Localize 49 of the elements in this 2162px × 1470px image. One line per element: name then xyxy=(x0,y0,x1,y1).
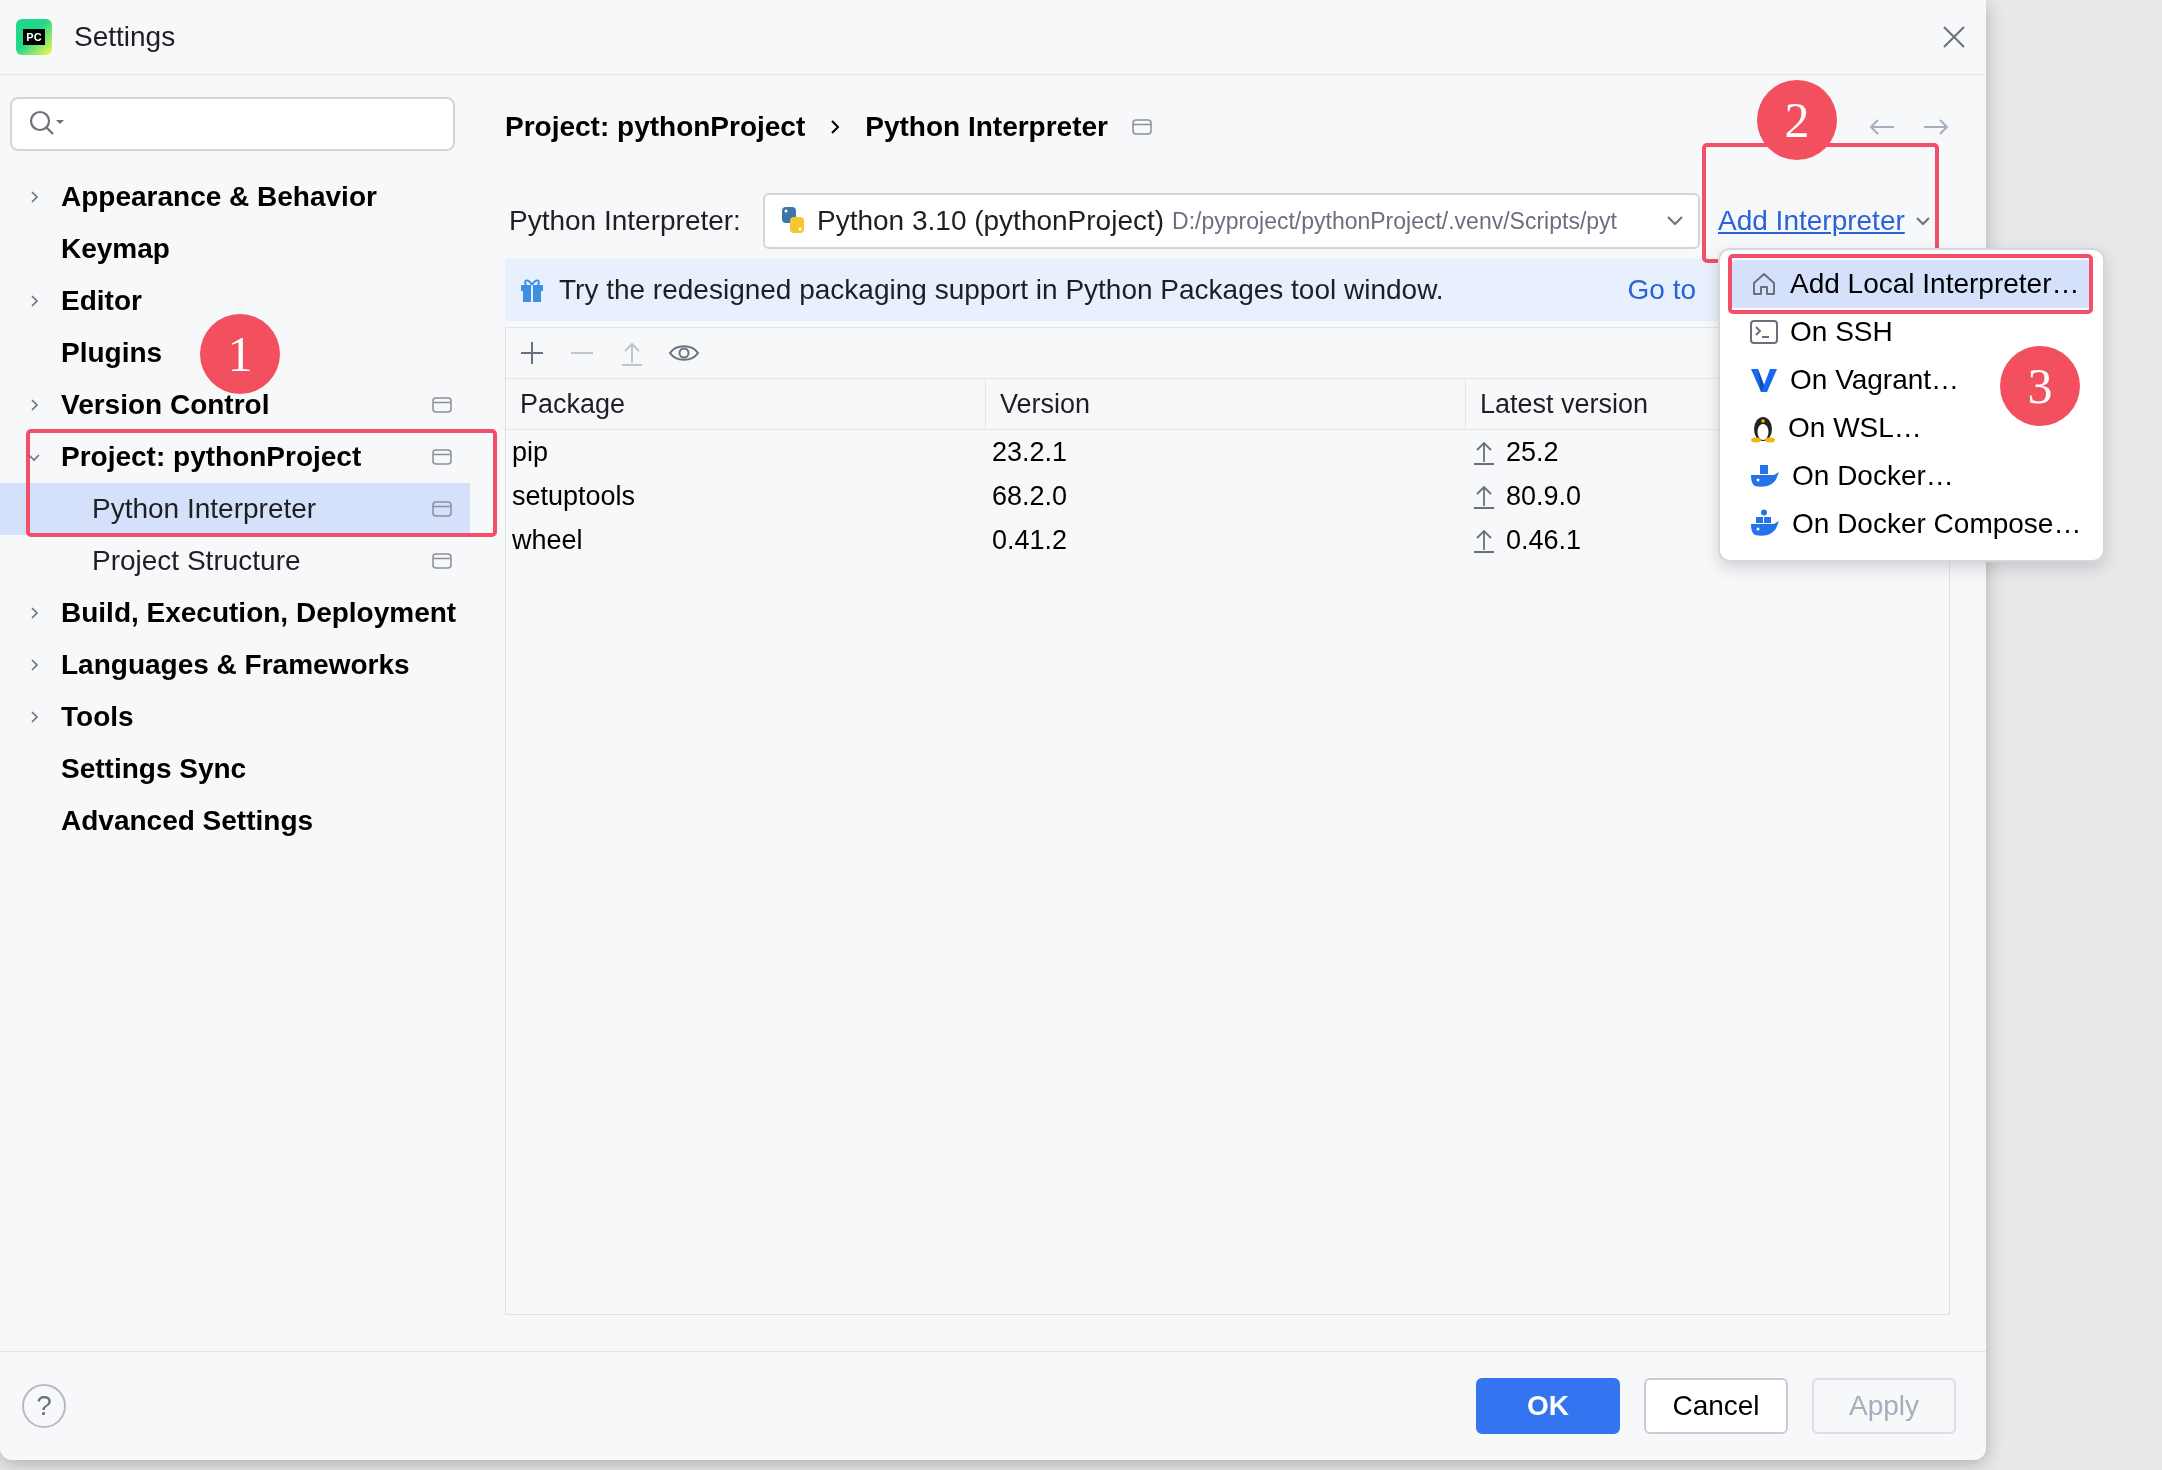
table-cell-text: wheel xyxy=(511,523,584,557)
tree-item[interactable]: Advanced Settings xyxy=(61,805,314,837)
table-cell-text: 68.2.0 xyxy=(991,479,1069,513)
window-title: Settings xyxy=(74,21,176,53)
chevron-icon xyxy=(829,119,842,135)
tree-item[interactable]: Plugins xyxy=(61,337,163,369)
dialog-button[interactable]: Cancel xyxy=(1644,1378,1788,1434)
table-cell-text: 0.41.2 xyxy=(991,523,1069,557)
menu-item[interactable]: On Docker Compose… xyxy=(1730,500,2093,548)
tree-item[interactable]: Python Interpreter xyxy=(0,483,470,535)
breadcrumb-item[interactable]: Project: pythonProject xyxy=(505,111,806,143)
tree-item[interactable]: Build, Execution, Deployment xyxy=(61,597,457,629)
column-header[interactable]: Package xyxy=(506,379,986,429)
gift-icon xyxy=(519,277,545,303)
terminal-icon xyxy=(1750,320,1778,344)
whale-icon xyxy=(1750,509,1780,539)
window-icon xyxy=(1131,119,1152,135)
help-button[interactable]: ? xyxy=(22,1384,66,1428)
breadcrumb-item: Python Interpreter xyxy=(865,111,1108,143)
tree-item[interactable]: Settings Sync xyxy=(61,753,247,785)
banner-message: Try the redesigned packaging support in Python Packages tool window. xyxy=(559,274,1444,306)
table-cell: 0.46.1 xyxy=(1506,524,1582,556)
tree-item[interactable]: Project: pythonProject xyxy=(61,441,362,473)
table-cell-text: pip xyxy=(511,435,550,469)
table-cell: 25.2 xyxy=(1506,436,1559,468)
chevron-logo-icon xyxy=(1750,366,1778,394)
column-header[interactable]: Version xyxy=(986,379,1466,429)
home-icon xyxy=(1750,270,1778,298)
tree-item[interactable]: Languages & Frameworks xyxy=(61,649,410,681)
table-cell-text: 23.2.1 xyxy=(991,435,1069,469)
tree-item[interactable]: Keymap xyxy=(61,233,170,265)
tree-item[interactable]: Tools xyxy=(61,701,134,733)
table-cell: 80.9.0 xyxy=(1506,480,1582,512)
tree-item[interactable]: Editor xyxy=(61,285,142,317)
tree-item[interactable]: Appearance & Behavior xyxy=(61,181,377,213)
tree-item[interactable]: Project Structure xyxy=(92,545,301,577)
go-to-link[interactable]: Go to xyxy=(1627,274,1696,306)
interpreter-dropdown[interactable]: Python 3.10 (pythonProject) D:/pyproject/pythonProject/.venv/Scripts/pyt xyxy=(763,193,1700,249)
dialog-button[interactable]: OK xyxy=(1476,1378,1620,1434)
close-icon[interactable] xyxy=(1942,25,1966,49)
field-label: Python Interpreter: xyxy=(508,205,742,237)
caret-icon xyxy=(1914,216,1931,226)
search-field[interactable] xyxy=(10,97,455,151)
add-icon[interactable] xyxy=(518,339,546,367)
whale-icon xyxy=(1750,462,1780,490)
menu-item[interactable]: On Docker… xyxy=(1730,452,2093,500)
table-cell-text: setuptools xyxy=(511,479,637,513)
app-logo: PC xyxy=(16,19,52,55)
add-interpreter-link[interactable]: Add Interpreter xyxy=(1718,205,1931,237)
